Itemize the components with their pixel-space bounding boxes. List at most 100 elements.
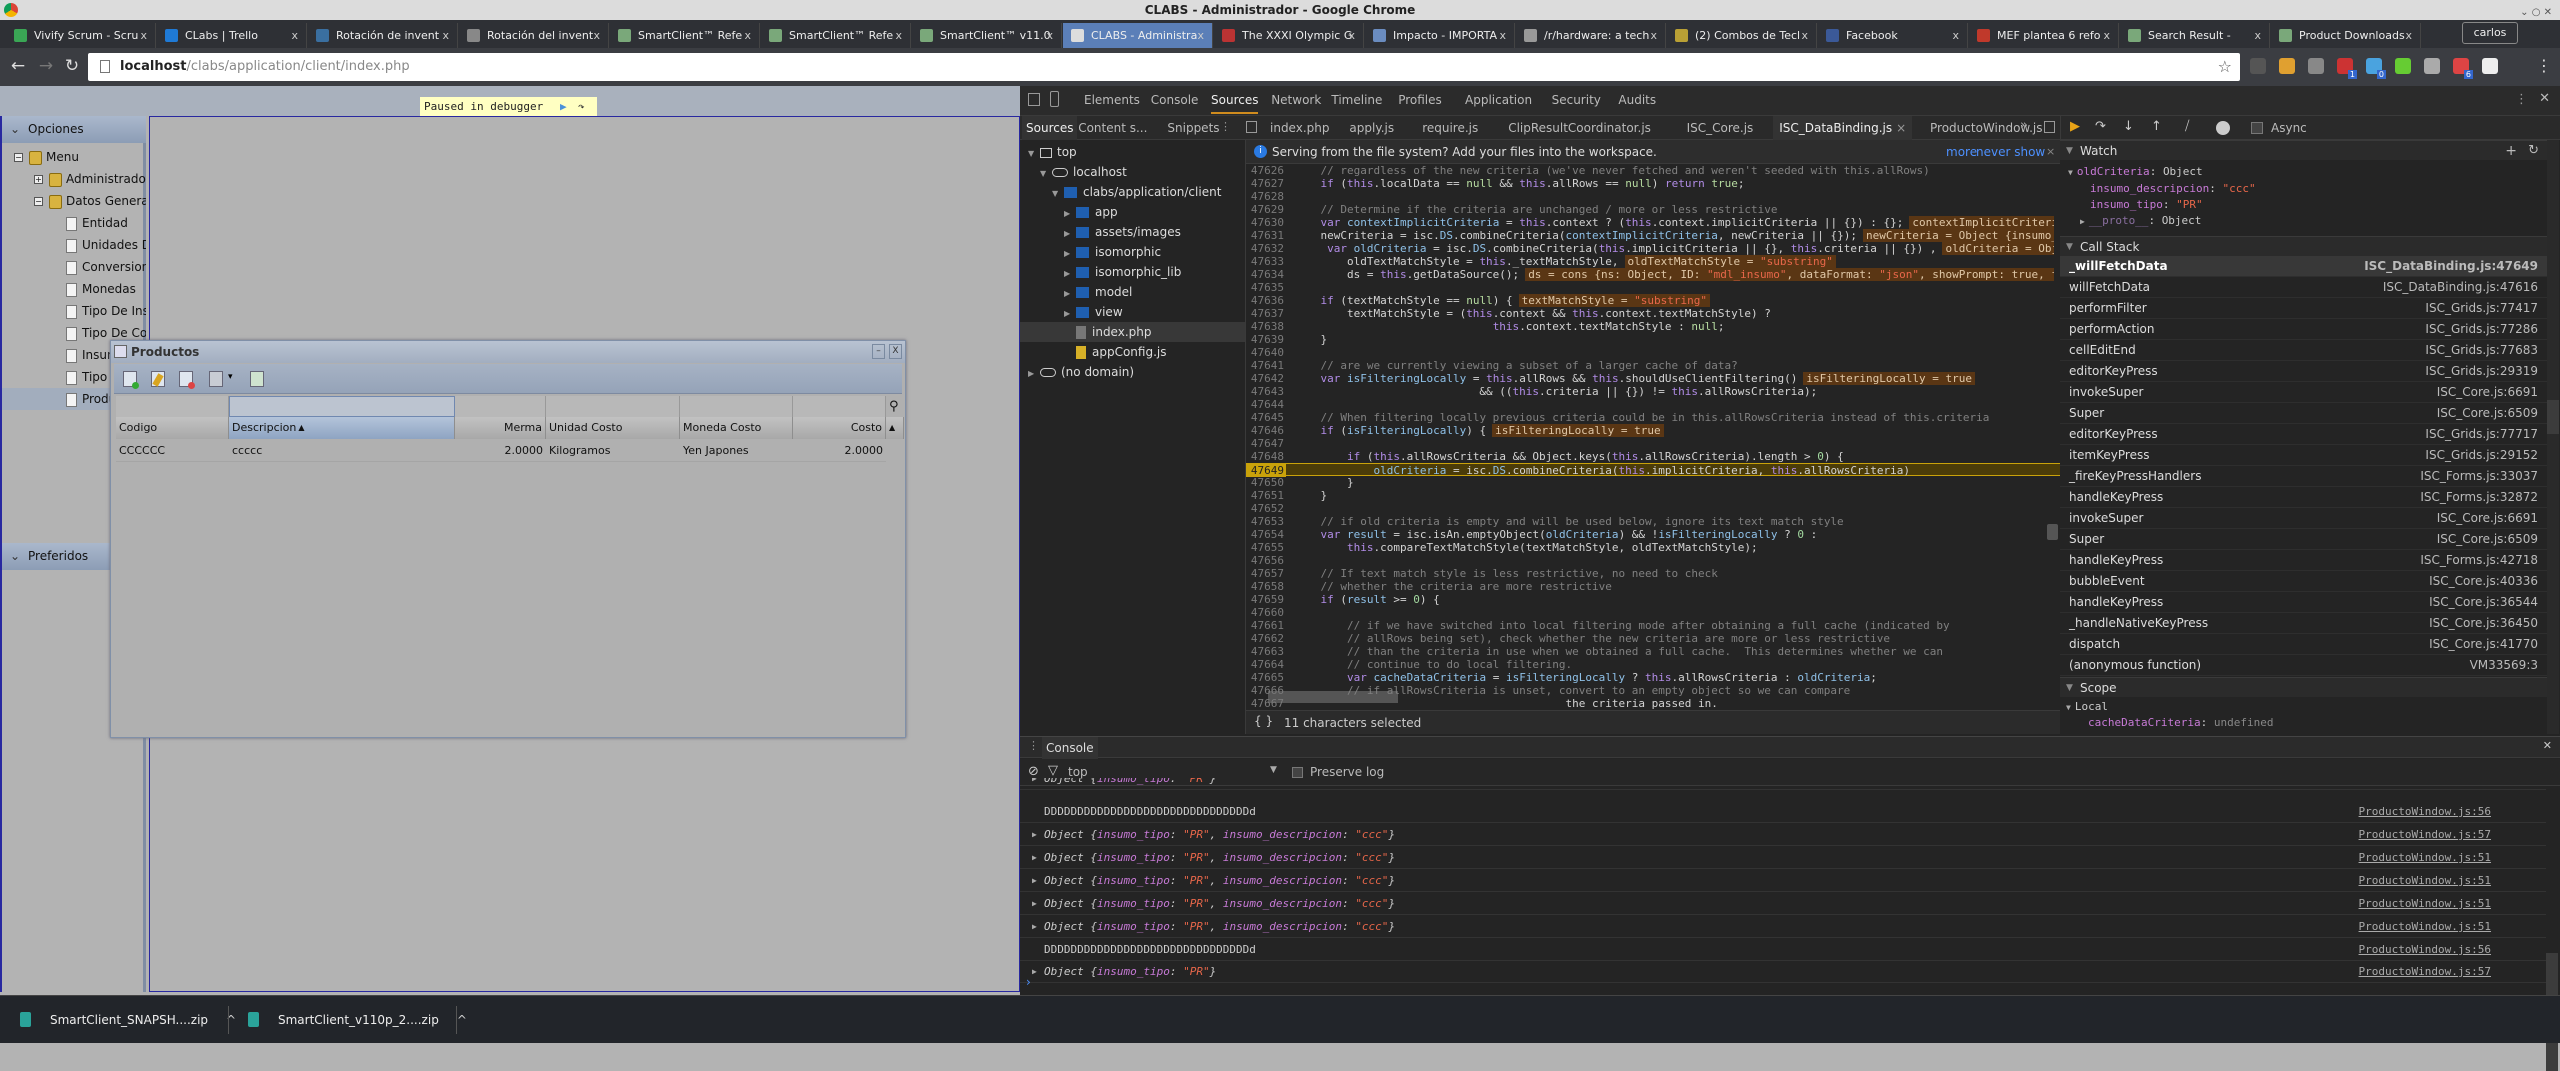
navigator-item[interactable]: ▶ model [1020, 282, 1245, 302]
code-line[interactable]: 47639 } [1246, 333, 2060, 346]
forward-button[interactable]: → [36, 56, 56, 76]
line-number[interactable]: 47634 [1246, 268, 1286, 281]
browser-tab[interactable]: MEF plantea 6 refo x [1969, 23, 2119, 48]
drawer-tab-console[interactable]: Console [1042, 737, 1098, 759]
line-number[interactable]: 47657 [1246, 567, 1286, 580]
expand-triangle-icon[interactable]: ▶ [2080, 217, 2085, 226]
column-header[interactable]: Unidad Costo [546, 417, 680, 439]
line-number[interactable]: 47667 [1246, 697, 1286, 710]
tree-arrow-icon[interactable]: ▼ [1040, 164, 1052, 184]
code-line[interactable]: 47645 // When filtering locally previous… [1246, 411, 2060, 424]
call-frame[interactable]: handleKeyPress ISC_Core.js:36544 [2060, 592, 2547, 613]
line-number[interactable]: 47644 [1246, 398, 1286, 411]
expand-triangle-icon[interactable]: ▶ [1032, 915, 1037, 938]
call-frame[interactable]: editorKeyPress ISC_Grids.js:29319 [2060, 361, 2547, 382]
expand-icon[interactable]: + [34, 175, 43, 184]
code-line[interactable]: 47655 this.compareTextMatchStyle(textMat… [1246, 541, 2060, 554]
code-line[interactable]: 47648 if (this.allRowsCriteria && Object… [1246, 450, 2060, 463]
console-source-link[interactable]: ProductoWindow.js:51 [2359, 869, 2491, 892]
console-object[interactable]: Object {insumo_tipo: "PR"} [1044, 965, 1216, 978]
filter-cell[interactable] [546, 396, 680, 417]
filter-cell[interactable] [116, 396, 229, 417]
section-opciones-header[interactable]: ⌄ Opciones [2, 116, 146, 143]
line-number[interactable]: 47665 [1246, 671, 1286, 684]
devtools-tab-profiles[interactable]: Profiles [1398, 86, 1442, 114]
step-over-icon[interactable]: ↷ [2095, 119, 2106, 134]
expand-triangle-icon[interactable]: ▶ [1032, 823, 1037, 846]
navigator-tab[interactable]: Snippets [1167, 116, 1219, 140]
line-number[interactable]: 47662 [1246, 632, 1286, 645]
close-tab-icon[interactable]: x [1952, 23, 1959, 48]
resume-icon[interactable]: ▶ [560, 97, 567, 117]
expand-triangle-icon[interactable]: ▶ [1032, 778, 1037, 783]
collapse-icon[interactable]: − [34, 197, 43, 206]
call-frame-location[interactable]: ISC_Core.js:41770 [2429, 634, 2538, 655]
console-source-link[interactable]: ProductoWindow.js:51 [2359, 846, 2491, 869]
call-frame-location[interactable]: ISC_Grids.js:29319 [2425, 361, 2538, 382]
line-number[interactable]: 47641 [1246, 359, 1286, 372]
code-line[interactable]: 47647 [1246, 437, 2060, 450]
browser-tab[interactable]: Impacto - IMPORTA x [1365, 23, 1515, 48]
tree-arrow-icon[interactable]: ▶ [1064, 284, 1076, 304]
call-frame-location[interactable]: ISC_Core.js:36450 [2429, 613, 2538, 634]
code-line[interactable]: 47627 if (this.localData == null && this… [1246, 177, 2060, 190]
close-tab-icon[interactable]: x [1499, 23, 1506, 48]
code-line[interactable]: 47626 // regardless of the new criteria … [1246, 164, 2060, 177]
browser-tab[interactable]: Rotación de invent x [308, 23, 458, 48]
tree-item[interactable]: Monedas [2, 278, 146, 300]
ghost-icon[interactable] [2308, 58, 2324, 74]
line-number[interactable]: 47656 [1246, 554, 1286, 567]
call-frame[interactable]: Super ISC_Core.js:6509 [2060, 403, 2547, 424]
console-source-link[interactable]: ProductoWindow.js:57 [2359, 823, 2491, 846]
call-frame-location[interactable]: ISC_Core.js:6691 [2437, 508, 2538, 529]
refresh-icon[interactable] [250, 371, 264, 387]
call-frame[interactable]: dispatch ISC_Core.js:41770 [2060, 634, 2547, 655]
code-line[interactable]: 47635 [1246, 281, 2060, 294]
call-frame-location[interactable]: ISC_Grids.js:77286 [2425, 319, 2538, 340]
code-line[interactable]: 47644 [1246, 398, 2060, 411]
tree-item[interactable]: − Menu [2, 146, 146, 168]
close-tab-icon[interactable]: x [140, 23, 147, 48]
browser-tab[interactable]: Product Downloads x [2271, 23, 2421, 48]
line-number[interactable]: 47646 [1246, 424, 1286, 437]
extension-drop-icon[interactable]: 0 [2366, 58, 2386, 79]
async-checkbox[interactable] [2251, 122, 2263, 134]
tree-arrow-icon[interactable]: ▶ [1064, 244, 1076, 264]
column-header[interactable]: Descripcion ▲ [229, 417, 455, 439]
call-frame-location[interactable]: ISC_DataBinding.js:47616 [2383, 277, 2538, 298]
clear-console-icon[interactable]: ⊘ [1028, 764, 1039, 779]
console-prompt[interactable]: › [1026, 975, 1031, 989]
navigator-item[interactable]: ▶ isomorphic [1020, 242, 1245, 262]
code-line[interactable]: 47661 // if we have switched into local … [1246, 619, 2060, 632]
line-number[interactable]: 47652 [1246, 502, 1286, 515]
download-item[interactable]: SmartClient_SNAPSH....zip ^ [20, 1010, 236, 1030]
navigator-item[interactable]: ▼ localhost [1020, 162, 1245, 182]
close-tab-icon[interactable]: x [1046, 23, 1053, 48]
window-title-bar[interactable]: Productos – X [111, 341, 905, 363]
call-frame[interactable]: _willFetchData ISC_DataBinding.js:47649 [2060, 256, 2547, 277]
address-bar[interactable]: localhost/clabs/application/client/index… [88, 53, 2240, 81]
filter-icon[interactable]: ⚲ [886, 396, 904, 418]
line-number[interactable]: 47643 [1246, 385, 1286, 398]
console-object[interactable]: Object {insumo_tipo: "PR", insumo_descri… [1044, 851, 1395, 864]
print-dropdown-icon[interactable]: ▾ [228, 372, 233, 382]
file-tab[interactable]: ISC_Core.js [1681, 116, 1760, 140]
line-number[interactable]: 47633 [1246, 255, 1286, 268]
tree-arrow-icon[interactable]: ▼ [1028, 144, 1040, 164]
console-source-link[interactable]: ProductoWindow.js:51 [2359, 915, 2491, 938]
expand-triangle-icon[interactable]: ▶ [1032, 869, 1037, 892]
code-line[interactable]: 47651 } [1246, 489, 2060, 502]
browser-tab[interactable]: SmartClient™ Refe x [761, 23, 911, 48]
line-number[interactable]: 47628 [1246, 190, 1286, 203]
browser-tab[interactable]: CLABS - Administra x [1063, 23, 1213, 48]
bug-icon[interactable] [2395, 58, 2411, 74]
close-tab-icon[interactable]: x [442, 23, 449, 48]
watch-section-header[interactable]: ▼ Watch + ↻ [2060, 140, 2547, 160]
extension-icon[interactable] [2250, 58, 2266, 74]
sort-ascending-icon[interactable]: ▲ [298, 423, 304, 432]
close-tab-icon[interactable]: x [1801, 23, 1808, 48]
tree-item[interactable]: Conversion [2, 256, 146, 278]
step-into-icon[interactable]: ↓ [2123, 119, 2134, 134]
code-line[interactable]: 47658 // whether the criteria are more r… [1246, 580, 2060, 593]
navigator-item[interactable]: ▶ view [1020, 302, 1245, 322]
